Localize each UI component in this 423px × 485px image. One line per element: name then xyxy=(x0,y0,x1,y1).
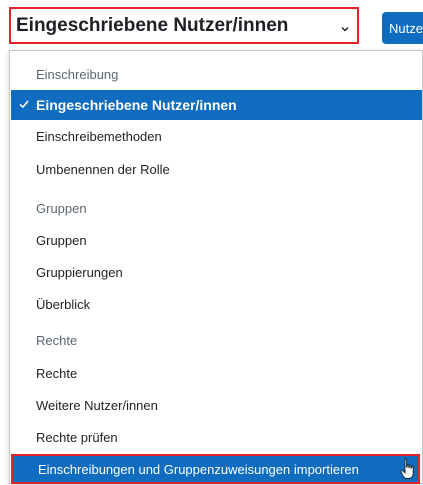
enrol-users-button[interactable]: Nutzer xyxy=(382,12,423,44)
menu-item-enrolment-methods[interactable]: Einschreibemethoden xyxy=(36,129,162,144)
menu-item-enrolled-users[interactable]: Eingeschriebene Nutzer/innen xyxy=(11,90,422,120)
menu-item-permissions[interactable]: Rechte xyxy=(36,366,77,381)
menu-item-other-users[interactable]: Weitere Nutzer/innen xyxy=(36,398,158,413)
menu-item-rename-roles[interactable]: Umbenennen der Rolle xyxy=(36,162,170,177)
menu-item-groups[interactable]: Gruppen xyxy=(36,233,87,248)
group-header-enrolment: Einschreibung xyxy=(36,67,119,82)
menu-item-label: Eingeschriebene Nutzer/innen xyxy=(36,97,237,113)
hand-pointer-icon xyxy=(400,458,416,485)
menu-item-label: Einschreibungen und Gruppenzuweisungen i… xyxy=(38,461,359,477)
menu-item-groupings[interactable]: Gruppierungen xyxy=(36,265,123,280)
page-select-value: Eingeschriebene Nutzer/innen xyxy=(16,14,289,36)
group-header-groups: Gruppen xyxy=(36,201,87,216)
menu-item-import-enrolments[interactable]: Einschreibungen und Gruppenzuweisungen i… xyxy=(11,454,420,484)
enrol-users-button-label: Nutzer xyxy=(389,20,423,36)
menu-item-overview[interactable]: Überblick xyxy=(36,297,90,312)
page-select[interactable]: Eingeschriebene Nutzer/innen xyxy=(9,7,359,44)
chevron-down-icon xyxy=(340,21,350,39)
check-icon xyxy=(18,97,30,115)
menu-item-check-permissions[interactable]: Rechte prüfen xyxy=(36,430,118,445)
group-header-permissions: Rechte xyxy=(36,333,78,348)
top-strip xyxy=(0,0,423,6)
select-dropdown-menu: Einschreibung Eingeschriebene Nutzer/inn… xyxy=(9,50,423,484)
